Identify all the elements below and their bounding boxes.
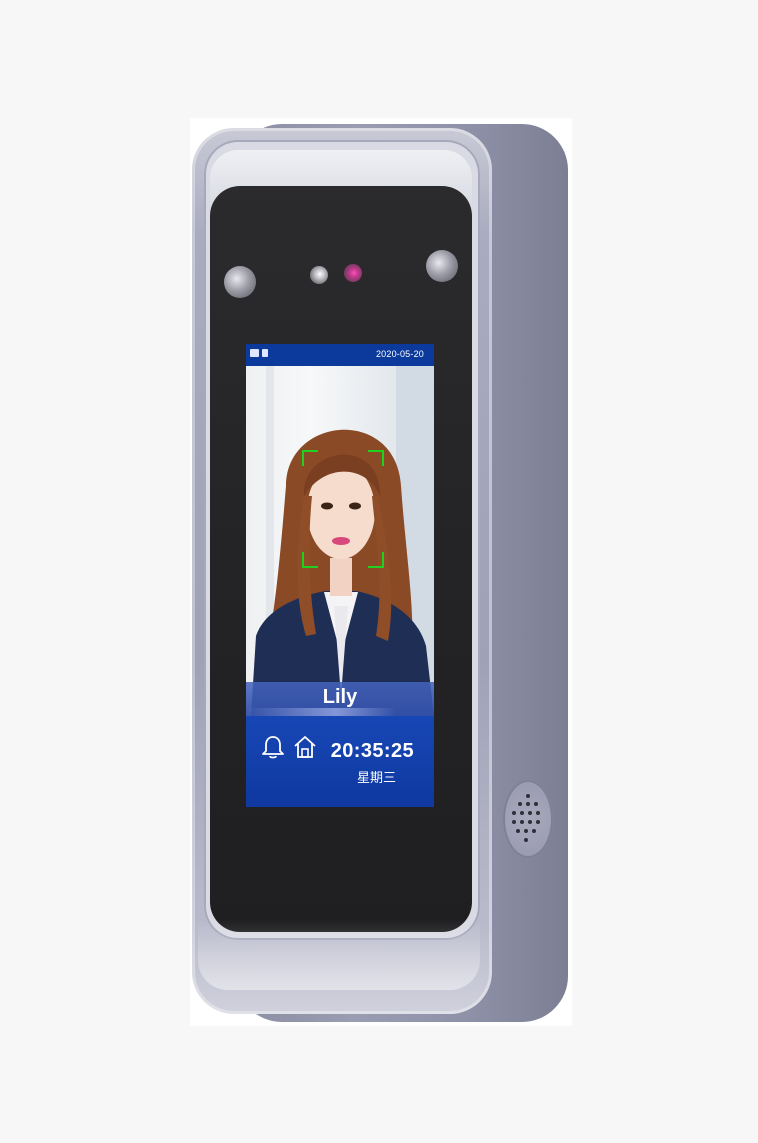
camera-view — [246, 366, 434, 716]
housing-bottom-highlight — [198, 920, 480, 990]
device-screen[interactable]: 2020-05-20 Lily 20:35:25 星期三 — [246, 344, 434, 807]
left-ir-light-icon — [224, 266, 256, 298]
battery-icon — [262, 349, 268, 357]
bell-icon[interactable] — [260, 734, 286, 760]
home-icon[interactable] — [292, 734, 318, 760]
network-icon — [250, 349, 259, 357]
face-detection-frame — [302, 450, 384, 568]
ir-camera-lens-icon — [344, 264, 362, 282]
frame-corner-bottom-right — [368, 552, 384, 568]
recognized-name: Lily — [322, 686, 358, 708]
product-photo: 2020-05-20 Lily 20:35:25 星期三 — [0, 0, 758, 1143]
frame-corner-top-left — [302, 450, 318, 466]
name-bar-shine — [246, 708, 396, 716]
frame-corner-bottom-left — [302, 552, 318, 568]
speaker-grille — [503, 780, 553, 858]
status-date: 2020-05-20 — [375, 349, 424, 359]
frame-corner-top-right — [368, 450, 384, 466]
clock-weekday: 星期三 — [356, 771, 396, 786]
camera-lens-icon — [310, 266, 328, 284]
clock-time: 20:35:25 — [330, 740, 414, 762]
recognized-name-bar: Lily — [246, 682, 434, 716]
right-ir-light-icon — [426, 250, 458, 282]
status-bar: 2020-05-20 — [246, 344, 434, 366]
status-icons — [250, 349, 268, 357]
bottom-panel: 20:35:25 星期三 — [246, 716, 434, 807]
